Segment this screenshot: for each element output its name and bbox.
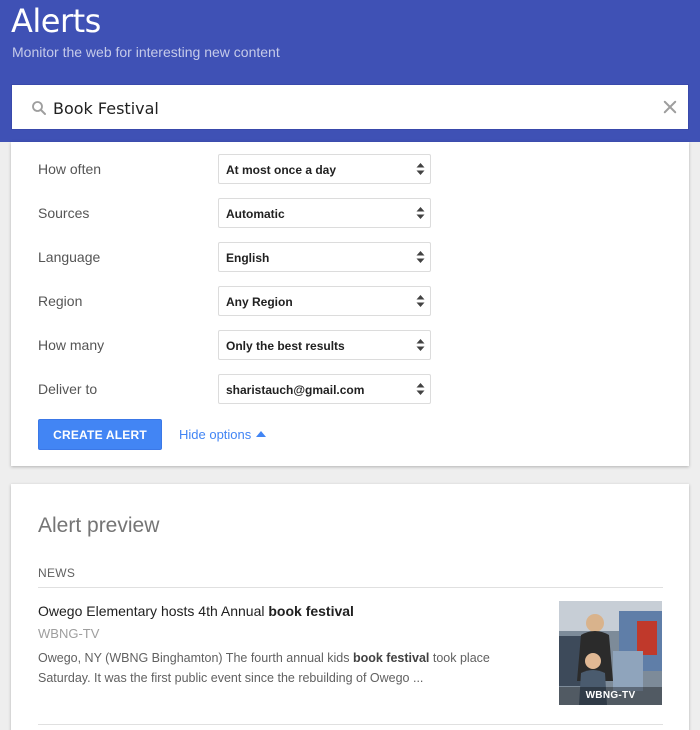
select-arrows-icon (416, 383, 425, 395)
divider (38, 724, 663, 725)
select-arrows-icon (416, 207, 425, 219)
caret-up-icon[interactable] (256, 431, 266, 437)
option-label-language: Language (38, 249, 101, 265)
hide-options-link[interactable]: Hide options (179, 427, 251, 442)
deliver-to-select[interactable]: sharistauch@gmail.com (218, 374, 431, 404)
section-label-news: NEWS (38, 566, 76, 580)
preview-title: Alert preview (38, 514, 160, 537)
snippet-highlight: book festival (352, 651, 430, 665)
snippet-text-start: Owego, NY (WBNG Binghamton) The fourth a… (38, 651, 353, 665)
create-alert-button[interactable]: CREATE ALERT (38, 419, 162, 450)
option-label-region: Region (38, 293, 83, 309)
search-icon (32, 101, 46, 115)
select-arrows-icon (416, 339, 425, 351)
news-title-highlight: book festival (268, 603, 354, 619)
search-input[interactable] (53, 97, 633, 119)
news-thumbnail[interactable]: WBNG-TV (559, 601, 662, 705)
region-value: Any Region (226, 295, 293, 309)
news-item-title[interactable]: Owego Elementary hosts 4th Annual book f… (38, 603, 354, 619)
divider (38, 587, 663, 588)
alert-preview-card: Alert preview NEWS Owego Elementary host… (11, 484, 689, 730)
app-header: Alerts Monitor the web for interesting n… (0, 0, 700, 142)
sources-value: Automatic (226, 207, 285, 221)
sources-select[interactable]: Automatic (218, 198, 431, 228)
page-title: Alerts (11, 2, 101, 40)
news-item-source: WBNG-TV (38, 626, 100, 641)
search-box[interactable] (11, 84, 689, 130)
how-often-value: At most once a day (226, 163, 337, 177)
language-value: English (226, 251, 270, 265)
option-label-how-often: How often (38, 161, 102, 177)
option-label-deliver-to: Deliver to (38, 381, 98, 397)
option-label-how-many: How many (38, 337, 105, 353)
how-many-value: Only the best results (226, 339, 345, 353)
language-select[interactable]: English (218, 242, 431, 272)
how-often-select[interactable]: At most once a day (218, 154, 431, 184)
alert-options-card: How often At most once a day Sources Aut… (11, 142, 689, 466)
select-arrows-icon (416, 251, 425, 263)
news-item-snippet: Owego, NY (WBNG Binghamton) The fourth a… (38, 648, 538, 688)
select-arrows-icon (416, 163, 425, 175)
deliver-to-value: sharistauch@gmail.com (226, 383, 365, 397)
thumbnail-caption: WBNG-TV (585, 690, 636, 701)
option-label-sources: Sources (38, 205, 90, 221)
select-arrows-icon (416, 295, 425, 307)
close-icon[interactable] (661, 98, 679, 116)
how-many-select[interactable]: Only the best results (218, 330, 431, 360)
region-select[interactable]: Any Region (218, 286, 431, 316)
news-title-text: Owego Elementary hosts 4th Annual (38, 603, 269, 619)
page-subtitle: Monitor the web for interesting new cont… (12, 44, 280, 60)
